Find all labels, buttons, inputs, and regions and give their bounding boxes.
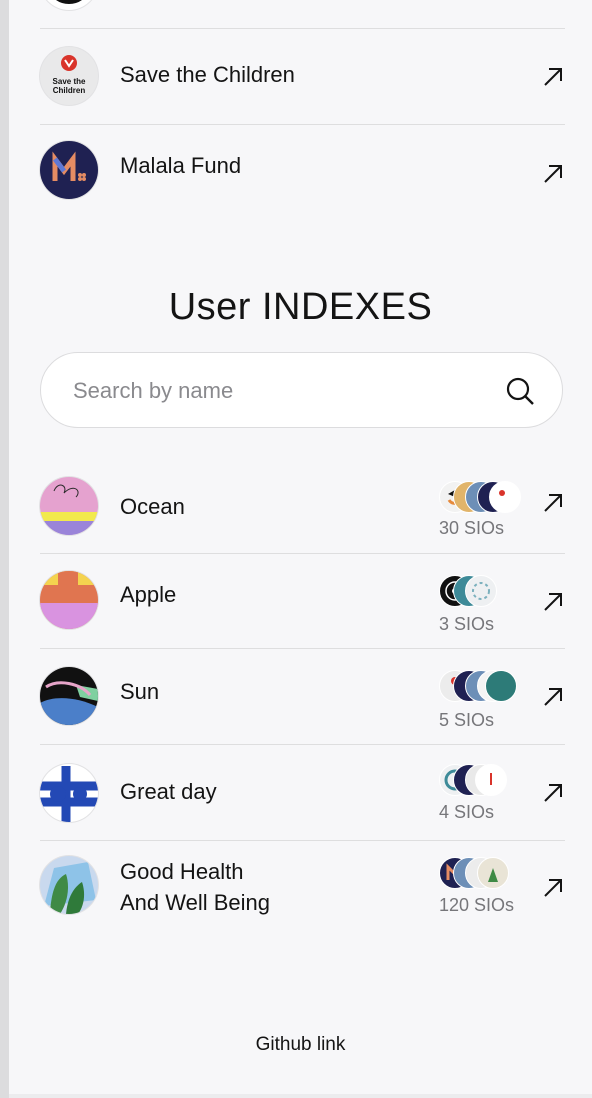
org-row-malala-fund[interactable]: Malala Fund	[40, 141, 565, 201]
divider	[40, 648, 565, 649]
index-name: Apple	[120, 582, 177, 607]
apple-avatar	[40, 571, 98, 629]
malala-fund-logo	[40, 141, 98, 199]
sio-avatar-stack	[439, 764, 529, 796]
org-avatar-partial	[40, 0, 98, 10]
arrow-up-right-icon[interactable]	[541, 685, 565, 709]
divider	[40, 744, 565, 745]
index-name: Ocean	[120, 494, 185, 519]
index-name: Great day	[120, 779, 217, 804]
arrow-up-right-icon[interactable]	[541, 876, 565, 900]
arrow-up-right-icon[interactable]	[541, 65, 565, 89]
org-row-save-the-children[interactable]: Save the Children Save the Children	[40, 47, 565, 107]
index-row-apple[interactable]: Apple 3 SIOs	[40, 571, 565, 634]
sio-avatar-stack	[439, 575, 529, 607]
index-row-ocean[interactable]: Ocean 30 SIOs	[40, 477, 565, 539]
divider	[40, 124, 565, 125]
index-row-sun[interactable]: Sun 5 SIOs	[40, 667, 565, 730]
divider	[40, 840, 565, 841]
arrow-up-right-icon[interactable]	[541, 781, 565, 805]
index-name-line2: And Well Being	[120, 890, 271, 915]
org-name: Malala Fund	[120, 153, 242, 178]
divider	[40, 28, 565, 29]
good-health-avatar	[40, 856, 98, 914]
sio-avatar-stack	[439, 481, 529, 513]
bottom-edge	[9, 1094, 592, 1098]
logo-text-line2: Children	[53, 86, 86, 95]
sio-count: 5 SIOs	[439, 710, 495, 730]
arrow-up-right-icon[interactable]	[541, 590, 565, 614]
logo-text-line1: Save the	[53, 77, 86, 86]
github-link[interactable]: Github link	[9, 1034, 592, 1056]
great-day-avatar	[40, 764, 98, 822]
sio-count: 3 SIOs	[439, 614, 495, 634]
sio-avatar-stack	[439, 857, 529, 889]
org-name: Save the Children	[120, 62, 295, 87]
section-title: User INDEXES	[168, 286, 433, 328]
sun-avatar	[40, 667, 98, 725]
search-icon[interactable]	[504, 375, 536, 407]
ocean-avatar	[40, 477, 98, 535]
arrow-up-right-icon[interactable]	[541, 491, 565, 515]
sio-count: 120 SIOs	[439, 895, 515, 915]
save-the-children-logo: Save the Children	[40, 47, 98, 105]
sio-count: 4 SIOs	[439, 802, 495, 822]
sio-count: 30 SIOs	[439, 518, 505, 538]
search-input[interactable]	[71, 371, 495, 411]
index-name: Sun	[120, 679, 160, 704]
page-content: Save the Children Save the Children Mala…	[9, 0, 592, 1098]
index-name-line1: Good Health	[120, 859, 244, 884]
search-box[interactable]	[40, 352, 563, 428]
index-row-good-health[interactable]: Good Health And Well Being 120 SIOs	[40, 856, 565, 920]
index-row-great-day[interactable]: Great day 4 SIOs	[40, 764, 565, 826]
left-rail	[0, 0, 9, 1098]
arrow-up-right-icon[interactable]	[541, 162, 565, 186]
sio-avatar-stack	[439, 670, 529, 702]
divider	[40, 553, 565, 554]
